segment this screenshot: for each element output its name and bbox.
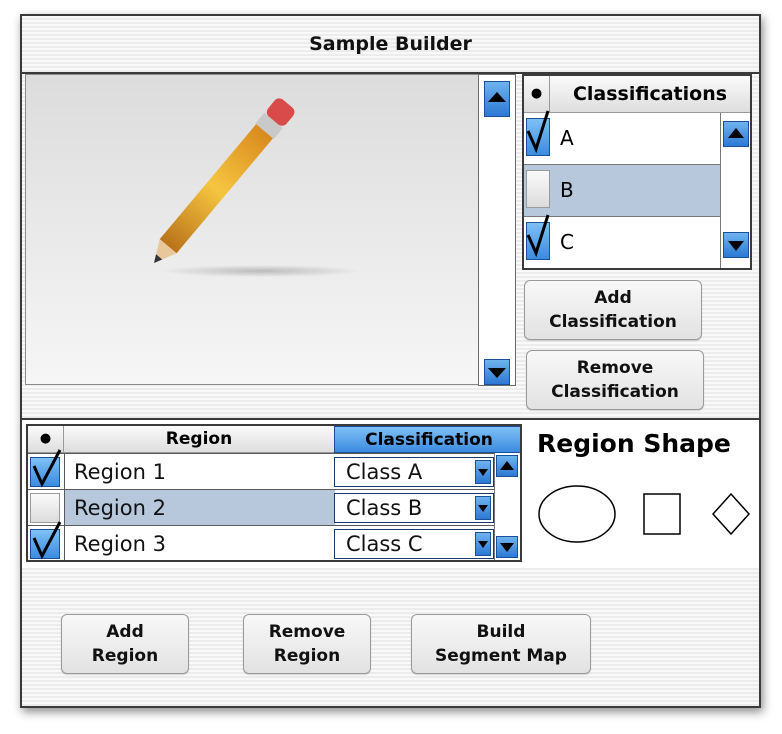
region-checkbox-2[interactable] [30, 493, 60, 523]
classifications-scrollbar[interactable] [720, 113, 750, 268]
dropdown-arrow-icon[interactable] [475, 496, 491, 520]
preview-scrollbar[interactable] [478, 74, 516, 386]
header-dot: ● [530, 86, 543, 101]
arrow-up-icon [488, 92, 506, 102]
ellipse-icon[interactable] [537, 484, 619, 544]
pencil-icon [154, 98, 361, 277]
classification-label-b: B [560, 178, 574, 202]
scroll-down-button[interactable] [496, 536, 518, 558]
region-row-3[interactable]: Region 3 Class C [28, 521, 520, 560]
region-column-header[interactable]: Region [64, 426, 334, 453]
region-name-1: Region 1 [74, 460, 166, 484]
classification-label-c: C [560, 230, 574, 254]
checkmark-icon [32, 521, 62, 560]
add-classification-label-2: Classification [549, 312, 677, 332]
classification-select-3[interactable]: Class C [334, 529, 494, 559]
classifications-header: Classifications [550, 76, 750, 113]
classification-row-b[interactable]: B [524, 165, 720, 217]
remove-classification-label-1: Remove [576, 358, 654, 378]
classification-select-value: Class C [346, 532, 423, 556]
arrow-up-icon [728, 128, 744, 138]
checkmark-icon [32, 449, 62, 488]
dropdown-arrow-icon[interactable] [475, 460, 491, 484]
region-column-label: Region [165, 429, 233, 449]
build-label-2: Segment Map [435, 646, 567, 666]
region-name-2: Region 2 [74, 496, 166, 520]
arrow-down-icon [500, 543, 514, 552]
classification-row-a[interactable]: A [524, 110, 720, 165]
add-classification-label-1: Add [594, 288, 632, 308]
classification-select-value: Class B [346, 496, 423, 520]
classifications-header-label: Classifications [572, 83, 728, 105]
region-name-3: Region 3 [74, 532, 166, 556]
classification-select-1[interactable]: Class A [334, 457, 494, 487]
top-panel: ● Classifications A B C Add Classificati… [22, 74, 759, 418]
classification-column-header[interactable]: Classification [334, 426, 520, 453]
region-row-2[interactable]: Region 2 Class B [28, 489, 520, 526]
checkmark-icon [526, 214, 550, 258]
checkmark-icon [526, 110, 550, 154]
remove-classification-label-2: Classification [551, 382, 679, 402]
square-icon[interactable] [642, 492, 684, 538]
remove-classification-button[interactable]: Remove Classification [526, 350, 704, 410]
build-segment-map-button[interactable]: Build Segment Map [411, 614, 591, 674]
scroll-up-button[interactable] [723, 121, 749, 147]
scroll-down-button[interactable] [484, 359, 510, 385]
build-label-1: Build [476, 622, 526, 642]
arrow-down-icon [728, 241, 744, 251]
add-region-button[interactable]: Add Region [61, 614, 189, 674]
remove-region-button[interactable]: Remove Region [243, 614, 371, 674]
region-shape-title: Region Shape [537, 429, 731, 458]
classification-column-label: Classification [365, 430, 493, 450]
diamond-icon[interactable] [711, 492, 753, 538]
checkbox-b[interactable] [526, 170, 550, 208]
add-region-label-2: Region [91, 646, 159, 666]
sample-builder-window: Sample Builder ● Classifications A B C A… [20, 14, 761, 708]
regions-panel: ● Region Classification Region 1 Class A [22, 418, 759, 570]
classification-select-value: Class A [346, 460, 423, 484]
dropdown-arrow-icon[interactable] [475, 532, 491, 556]
add-region-label-1: Add [106, 622, 144, 642]
scroll-down-button[interactable] [723, 232, 749, 258]
region-row-1[interactable]: Region 1 Class A [28, 449, 520, 490]
title-bar: Sample Builder [22, 16, 759, 74]
actions-panel: Add Region Remove Region Build Segment M… [22, 568, 759, 706]
regions-scrollbar[interactable] [494, 453, 520, 560]
arrow-up-icon [500, 461, 514, 470]
image-preview[interactable] [25, 74, 479, 385]
arrow-down-icon [488, 368, 506, 378]
regions-table: ● Region Classification Region 1 Class A [26, 424, 522, 562]
classification-row-c[interactable]: C [524, 214, 720, 268]
header-dot: ● [39, 431, 52, 446]
window-title: Sample Builder [309, 33, 472, 55]
classification-label-a: A [560, 126, 574, 150]
classification-select-2[interactable]: Class B [334, 493, 494, 523]
classifications-list: ● Classifications A B C [522, 74, 752, 270]
scroll-up-button[interactable] [484, 81, 510, 117]
add-classification-button[interactable]: Add Classification [524, 280, 702, 340]
remove-region-label-1: Remove [268, 622, 346, 642]
scroll-up-button[interactable] [496, 455, 518, 477]
remove-region-label-2: Region [273, 646, 341, 666]
